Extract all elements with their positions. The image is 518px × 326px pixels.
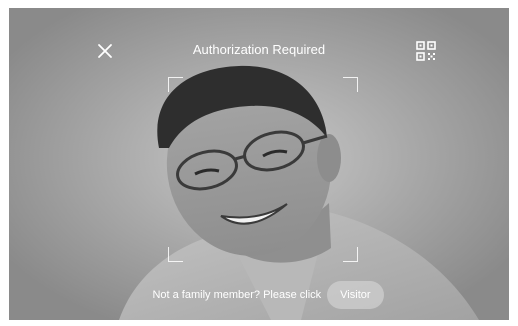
visitor-button[interactable]: Visitor [327, 281, 384, 309]
visitor-prompt-text: Not a family member? Please click [152, 289, 322, 301]
face-frame-corner-bottom-right [343, 247, 358, 262]
qr-code-icon [416, 41, 436, 61]
face-frame-corner-top-right [343, 77, 358, 92]
visitor-prompt-row: Not a family member? Please click Visito… [9, 280, 509, 310]
face-frame-corner-top-left [168, 77, 183, 92]
qr-code-button[interactable] [415, 40, 437, 62]
face-frame-corner-bottom-left [168, 247, 183, 262]
face-auth-screen: Authorization Required Not a family memb… [9, 8, 509, 320]
